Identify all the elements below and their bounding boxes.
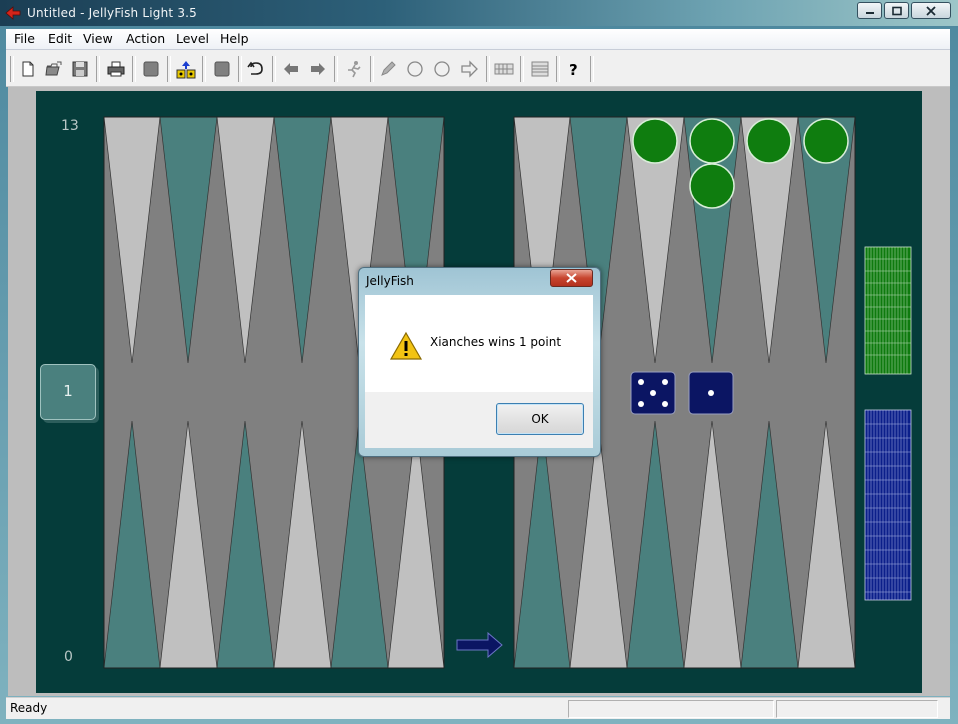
maximize-button[interactable] [884,2,909,19]
status-panel [776,700,938,718]
square-icon[interactable] [212,59,232,79]
status-panel [568,700,774,718]
menu-help[interactable]: Help [220,31,249,46]
dialog-close-button[interactable] [550,269,593,287]
toolbar-separator [556,56,560,82]
toolbar-separator [590,56,594,82]
arrow-right-icon[interactable] [308,59,328,79]
help-icon[interactable]: ? [564,59,584,79]
dialog-body: Xianches wins 1 point [365,295,593,392]
menu-level[interactable]: Level [176,31,209,46]
point-label-top: 13 [61,118,79,134]
close-icon [566,273,577,283]
status-bar: Ready [6,697,950,719]
title-bar[interactable]: Untitled - JellyFish Light 3.5 [0,0,958,26]
toolbar: ? [6,50,950,87]
toolbar-separator [486,56,490,82]
save-icon[interactable] [70,59,90,79]
minimize-icon [865,11,874,14]
toolbar-separator [132,56,136,82]
checker [746,118,792,164]
maximize-icon [891,6,902,15]
grid-icon[interactable] [494,59,514,79]
menu-action[interactable]: Action [126,31,165,46]
checker [803,118,849,164]
green-tray[interactable] [864,246,912,375]
close-icon [926,5,936,16]
toolbar-separator [370,56,374,82]
new-file-icon[interactable] [18,59,38,79]
close-button[interactable] [911,2,951,19]
status-text: Ready [10,701,48,715]
menu-view[interactable]: View [83,31,113,46]
app-window: Untitled - JellyFish Light 3.5 File Edit… [0,0,958,724]
die-five[interactable] [630,371,676,415]
toolbar-separator [167,56,171,82]
toolbar-separator [202,56,206,82]
circle-icon[interactable] [405,59,425,79]
ok-button[interactable]: OK [496,403,584,435]
circle-icon[interactable] [432,59,452,79]
doubling-cube[interactable]: 1 [40,364,96,420]
point-label-bottom: 0 [64,649,73,665]
menu-bar: File Edit View Action Level Help [6,29,950,50]
grid-icon[interactable] [530,59,550,79]
pencil-icon[interactable] [378,59,398,79]
checker [689,163,735,209]
runner-icon[interactable] [344,59,364,79]
dialog-title: JellyFish [366,274,414,288]
turn-arrow-icon [456,631,503,659]
warning-icon [389,331,423,360]
minimize-button[interactable] [857,2,882,19]
toolbar-separator [96,56,100,82]
square-icon[interactable] [141,59,161,79]
undo-icon[interactable] [246,59,266,79]
die-one[interactable] [688,371,734,415]
outline-arrow-right-icon[interactable] [459,59,479,79]
ok-button-label: OK [531,412,549,426]
checker [689,118,735,164]
svg-text:?: ? [569,61,578,79]
swap-dice-icon[interactable] [176,59,196,79]
menu-edit[interactable]: Edit [48,31,72,46]
checker [632,118,678,164]
jellyfish-app-icon[interactable] [5,6,21,20]
menu-file[interactable]: File [14,31,35,46]
toolbar-separator [334,56,338,82]
print-icon[interactable] [106,59,126,79]
toolbar-grip [10,56,14,82]
toolbar-separator [238,56,242,82]
toolbar-separator [520,56,524,82]
dialog-message: Xianches wins 1 point [430,335,562,349]
blue-tray[interactable] [864,409,912,601]
message-dialog: JellyFish Xianches wins 1 point OK [358,267,601,457]
arrow-left-icon[interactable] [281,59,301,79]
window-title: Untitled - JellyFish Light 3.5 [27,6,197,20]
open-folder-icon[interactable] [44,59,64,79]
cube-value: 1 [63,382,73,400]
toolbar-separator [272,56,276,82]
